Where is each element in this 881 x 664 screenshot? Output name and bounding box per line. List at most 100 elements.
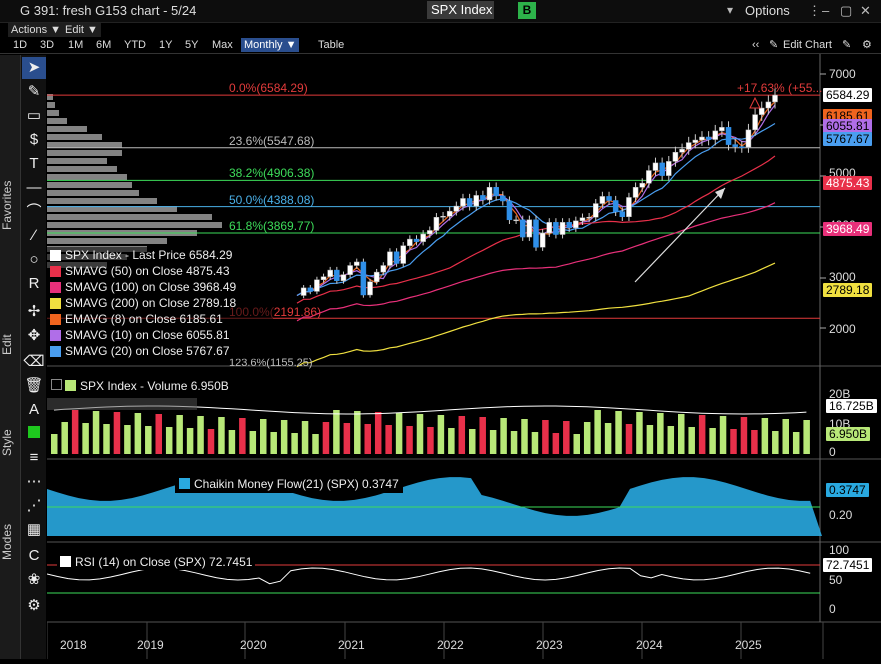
rectangle-tool-icon[interactable]: ▭ — [22, 105, 46, 127]
legend-item[interactable]: SMAVG (20) on Close 5767.67 — [47, 343, 273, 359]
mode-palette-icon[interactable]: ❀ — [22, 569, 46, 591]
draw-tool-icon[interactable]: ✎ — [22, 81, 46, 103]
volume-tag: 6.950B — [826, 427, 871, 441]
range-6m[interactable]: 6M — [96, 38, 111, 52]
pointer-tool-icon[interactable]: ➤ — [22, 57, 46, 79]
candle-body — [413, 238, 420, 242]
volume-bar — [343, 423, 351, 454]
range-1m[interactable]: 1M — [68, 38, 83, 52]
actions-menu[interactable]: Actions ▼ — [8, 23, 65, 37]
circle-tool-icon[interactable]: ○ — [22, 249, 46, 271]
volume-bar — [667, 426, 675, 454]
color-picker-icon[interactable] — [22, 423, 46, 445]
line-tool-icon[interactable]: — — [22, 177, 46, 199]
range-1y[interactable]: 1Y — [159, 38, 172, 52]
rsi-legend[interactable]: RSI (14) on Close (SPX) 72.7451 — [57, 554, 256, 570]
window-menu-icon[interactable]: ⋮ — [808, 3, 821, 19]
candle-body — [539, 232, 546, 248]
range-1d[interactable]: 1D — [13, 38, 27, 52]
legend-item[interactable]: SMAVG (200) on Close 2789.18 — [47, 295, 273, 311]
candle-body — [593, 203, 599, 218]
ticker-field[interactable]: SPX Index — [427, 1, 494, 19]
candle-body — [732, 144, 738, 147]
period-select[interactable]: Monthly ▼ — [241, 38, 300, 52]
price-tag: 3968.49 — [823, 222, 873, 236]
candle-body — [752, 114, 758, 131]
legend-item[interactable]: SPX Index - Last Price 6584.29 — [47, 247, 273, 263]
volume-bar — [51, 434, 58, 454]
line-weight-icon[interactable]: ≡ — [22, 447, 46, 469]
volume-bar — [416, 414, 424, 454]
collapse-icon[interactable]: ‹‹ — [752, 38, 759, 52]
trendline-tool-icon[interactable]: ∕ — [22, 225, 46, 247]
legend-item[interactable]: SMAVG (10) on Close 6055.81 — [47, 327, 273, 343]
mode-c-icon[interactable]: C — [22, 545, 46, 567]
candle-body — [553, 222, 559, 235]
price-tool-icon[interactable]: $ — [22, 129, 46, 151]
close-icon[interactable]: ✕ — [860, 3, 871, 19]
dash-style-icon[interactable]: ⋰ — [22, 495, 46, 517]
range-max[interactable]: Max — [212, 38, 233, 52]
volume-bar — [552, 433, 560, 454]
volume-bar — [448, 428, 455, 454]
cmf-legend[interactable]: Chaikin Money Flow(21) (SPX) 0.3747 — [175, 475, 403, 493]
volume-bar — [698, 415, 706, 454]
volume-bar — [239, 418, 246, 454]
legend-item[interactable]: EMAVG (8) on Close 6185.61 — [47, 311, 273, 327]
volume-profile-bar — [47, 198, 157, 204]
options-dropdown-icon[interactable]: ▾ — [727, 3, 733, 17]
options-menu[interactable]: Options — [745, 3, 790, 18]
legend-item[interactable]: SMAVG (50) on Close 4875.43 — [47, 263, 273, 279]
move-tool-icon[interactable]: ✥ — [22, 325, 46, 347]
fib-label: 38.2%(4906.38) — [229, 166, 315, 180]
status-badge[interactable]: B — [518, 2, 536, 19]
edit-menu[interactable]: Edit ▼ — [62, 23, 101, 37]
text-tool-icon[interactable]: T — [22, 153, 46, 175]
candle-body — [672, 151, 679, 162]
expand-icon[interactable] — [51, 379, 62, 390]
volume-bar — [113, 412, 121, 454]
range-3d[interactable]: 3D — [40, 38, 54, 52]
eraser-tool-icon[interactable]: ⌫ — [22, 351, 46, 373]
volume-bar — [364, 424, 371, 454]
volume-legend[interactable]: SPX Index - Volume 6.950B — [51, 379, 229, 393]
minimize-icon[interactable]: – — [822, 3, 829, 18]
volume-bar — [782, 419, 789, 454]
volume-bar — [740, 417, 748, 454]
candle-body — [373, 271, 380, 283]
price-legend[interactable]: SPX Index - Last Price 6584.29 SMAVG (50… — [47, 247, 273, 359]
volume-bar — [625, 424, 633, 454]
settings-icon[interactable]: ⚙ — [862, 38, 872, 52]
crosshair-tool-icon[interactable]: ✢ — [22, 301, 46, 323]
volume-bar — [395, 413, 403, 454]
edit-chart-button[interactable]: Edit Chart — [783, 38, 832, 52]
volume-bar — [657, 413, 664, 454]
range-5y[interactable]: 5Y — [185, 38, 198, 52]
legend-item[interactable]: SMAVG (100) on Close 3968.49 — [47, 279, 273, 295]
legend-swatch — [50, 250, 61, 261]
pencil-icon[interactable]: ✎ — [769, 38, 778, 52]
r-tool-icon[interactable]: R — [22, 273, 46, 295]
table-button[interactable]: Table — [318, 38, 344, 52]
candle-body — [546, 222, 553, 234]
candle-body — [440, 215, 446, 218]
settings-gear-icon[interactable]: ⚙ — [22, 595, 46, 617]
maximize-icon[interactable]: ▢ — [840, 3, 852, 19]
range-ytd[interactable]: YTD — [124, 38, 146, 52]
volume-bar — [615, 411, 622, 454]
chart-area[interactable]: 0.0%(6584.29) 23.6%(5547.68) 38.2%(4906.… — [46, 54, 881, 659]
volume-profile-bar — [47, 238, 167, 244]
fill-style-icon[interactable]: ▦ — [22, 519, 46, 541]
candle-body — [360, 261, 367, 296]
candle-body — [692, 139, 699, 143]
trash-icon[interactable]: 🗑 — [22, 375, 46, 397]
curve-tool-icon[interactable]: ⌒ — [22, 201, 46, 223]
font-style-icon[interactable]: A — [22, 399, 46, 421]
volume-bar — [322, 422, 330, 454]
candle-body — [519, 219, 526, 238]
volume-profile-bar — [47, 166, 117, 172]
candle-body — [446, 210, 453, 217]
clear-drawings-icon[interactable]: ✎ — [842, 38, 851, 52]
line-style-icon[interactable]: ⋯ — [22, 471, 46, 493]
volume-profile-bar — [47, 190, 139, 196]
